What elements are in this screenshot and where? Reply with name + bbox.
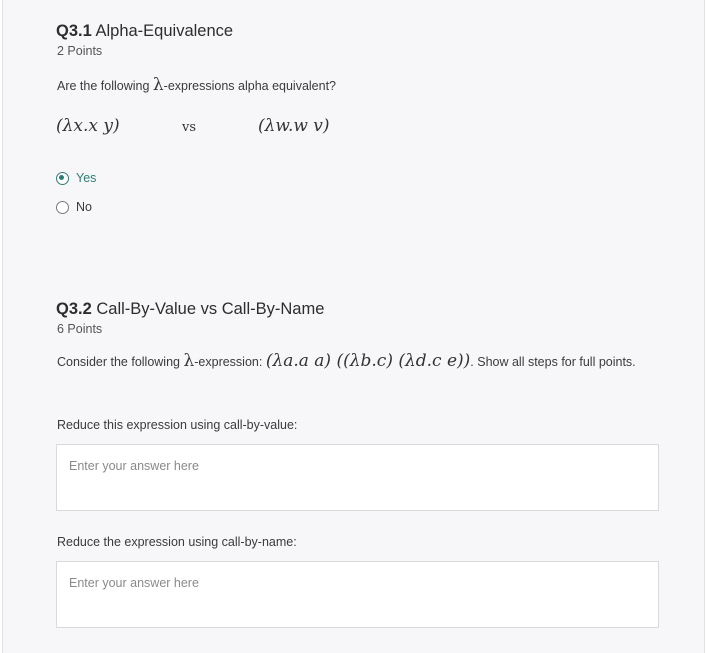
radio-option-yes[interactable]: Yes <box>56 171 96 185</box>
question-title-text: Call-By-Value vs Call-By-Name <box>96 300 325 318</box>
question-prompt: Consider the following λ-expression: (λa… <box>57 350 657 373</box>
prompt-text-after: . Show all steps for full points. <box>470 355 636 369</box>
question-number: Q3.2 <box>56 300 92 318</box>
prompt-text-before: Are the following <box>57 79 153 93</box>
prompt-text-after: -expressions alpha equivalent? <box>163 79 337 93</box>
question-title-q31: Q3.1 Alpha-Equivalence <box>56 22 233 41</box>
question-title-text: Alpha-Equivalence <box>95 22 234 40</box>
expression-left: (λx.x y) <box>56 116 120 136</box>
radio-label-no: No <box>76 200 92 214</box>
radio-option-no[interactable]: No <box>56 200 92 214</box>
question-points: 2 Points <box>57 44 103 58</box>
prompt-text-before: Consider the following <box>57 355 184 369</box>
radio-button-yes[interactable] <box>56 171 69 185</box>
prompt-text-mid: -expression: <box>194 355 266 369</box>
question-points: 6 Points <box>57 322 103 336</box>
lambda-symbol: λ <box>183 351 195 371</box>
question-panel: Q3.1 Alpha-Equivalence 2 Points Are the … <box>2 0 705 653</box>
expression-right: (λw.w v) <box>258 116 330 136</box>
radio-button-no[interactable] <box>56 200 69 214</box>
cbv-label: Reduce this expression using call-by-val… <box>57 418 298 432</box>
question-prompt: Are the following λ-expressions alpha eq… <box>57 75 336 95</box>
cbn-answer-input[interactable] <box>56 561 659 628</box>
vs-label: vs <box>182 120 197 135</box>
question-number: Q3.1 <box>56 22 92 40</box>
lambda-symbol: λ <box>152 75 164 95</box>
lambda-expression: (λa.a a) ((λb.c) (λd.c e)) <box>265 351 471 371</box>
question-title-q32: Q3.2 Call-By-Value vs Call-By-Name <box>56 300 324 319</box>
radio-label-yes: Yes <box>76 171 97 185</box>
cbn-label: Reduce the expression using call-by-name… <box>57 535 297 549</box>
cbv-answer-input[interactable] <box>56 444 659 511</box>
